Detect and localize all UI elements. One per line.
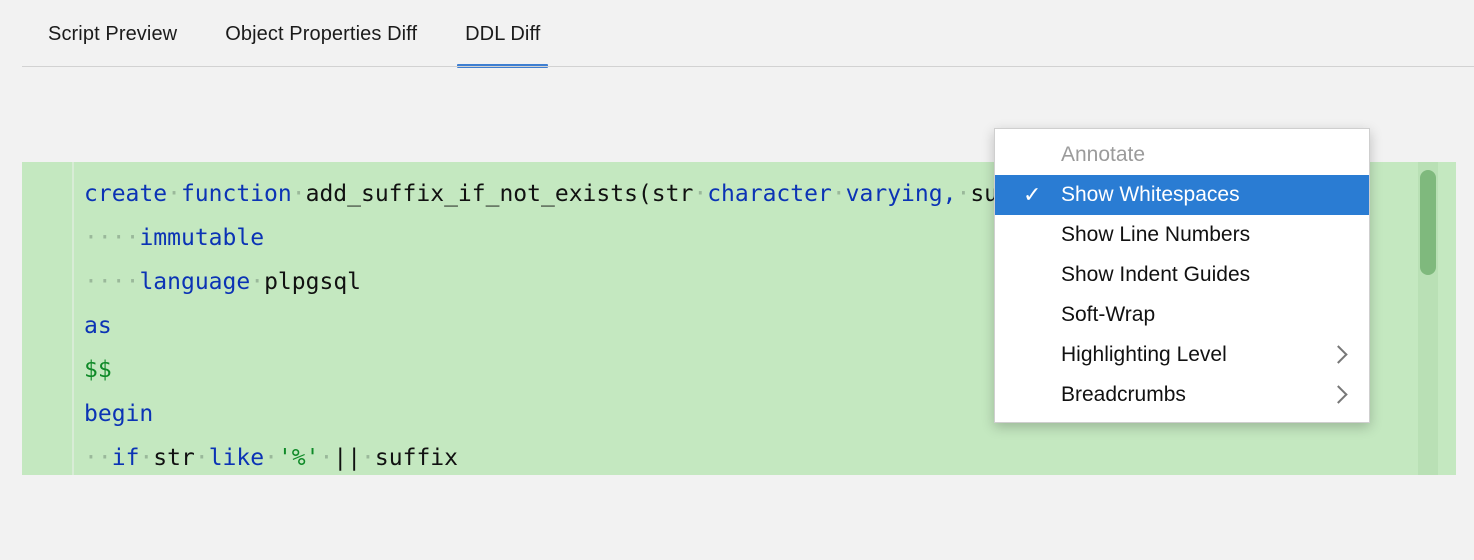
settings-popup-menu[interactable]: Annotate ✓ Show Whitespaces Show Line Numbe… xyxy=(994,128,1370,423)
whitespace-dot: · xyxy=(97,225,112,251)
tab-strip-divider xyxy=(22,66,1474,67)
whitespace-dot: · xyxy=(125,269,140,295)
editor-gutter xyxy=(22,162,74,475)
tab-label: Object Properties Diff xyxy=(225,22,418,45)
menu-item-highlighting-level[interactable]: Highlighting Level xyxy=(995,335,1369,375)
whitespace-dot: · xyxy=(250,269,265,295)
whitespace-dot: · xyxy=(97,269,112,295)
code-token: add_suffix_if_not_exists(str xyxy=(305,181,694,207)
code-token: varying, xyxy=(845,181,957,207)
menu-item-label: Show Indent Guides xyxy=(1061,263,1251,286)
code-token: '%' xyxy=(277,445,320,471)
editor-scrollbar-thumb[interactable] xyxy=(1420,170,1436,275)
whitespace-dot: · xyxy=(319,445,334,471)
menu-item-label: Breadcrumbs xyxy=(1061,383,1186,406)
code-token: immutable xyxy=(139,225,265,251)
whitespace-dot: · xyxy=(111,269,126,295)
menu-item-label: Show Whitespaces xyxy=(1061,183,1240,206)
whitespace-dot: · xyxy=(361,445,375,471)
tab-list: Script Preview Object Properties Diff DD… xyxy=(24,0,564,68)
code-token: create xyxy=(84,181,168,207)
tab-label: DDL Diff xyxy=(465,22,541,45)
whitespace-dot: · xyxy=(139,445,154,471)
diff-toolbar: Side-by-side viewer Do not ignore Highli… xyxy=(0,68,1474,189)
whitespace-dot: · xyxy=(291,181,306,207)
whitespace-dot: · xyxy=(693,181,708,207)
whitespace-dot: · xyxy=(125,225,140,251)
whitespace-dot: · xyxy=(194,445,209,471)
code-token: plpgsql xyxy=(264,269,362,295)
whitespace-dot: · xyxy=(97,445,112,471)
code-token: begin xyxy=(84,401,154,427)
code-token: language xyxy=(139,269,251,295)
menu-item-label: Show Line Numbers xyxy=(1061,223,1251,246)
whitespace-dot: · xyxy=(111,225,126,251)
code-token: suffix xyxy=(374,445,458,471)
ddl-diff-dialog: Script Preview Object Properties Diff DD… xyxy=(0,0,1474,560)
tab-ddl-diff[interactable]: DDL Diff xyxy=(441,0,564,68)
code-token: like xyxy=(208,445,265,471)
menu-item-soft-wrap[interactable]: Soft-Wrap xyxy=(995,295,1369,335)
tab-script-preview[interactable]: Script Preview xyxy=(24,0,201,68)
code-token: || xyxy=(333,445,362,471)
code-token: function xyxy=(180,181,292,207)
menu-item-show-indent-guides[interactable]: Show Indent Guides xyxy=(995,255,1369,295)
tab-object-properties-diff[interactable]: Object Properties Diff xyxy=(201,0,441,68)
tab-label: Script Preview xyxy=(48,22,178,45)
whitespace-dot: · xyxy=(167,181,181,207)
menu-item-show-whitespaces[interactable]: ✓ Show Whitespaces xyxy=(995,175,1369,215)
whitespace-dot: · xyxy=(956,181,971,207)
menu-item-label: Highlighting Level xyxy=(1061,343,1227,366)
menu-item-annotate: Annotate xyxy=(995,135,1369,175)
whitespace-dot: · xyxy=(84,269,98,295)
menu-item-breadcrumbs[interactable]: Breadcrumbs xyxy=(995,375,1369,415)
code-token: str xyxy=(153,445,195,471)
menu-item-show-line-numbers[interactable]: Show Line Numbers xyxy=(995,215,1369,255)
code-token: if xyxy=(111,445,140,471)
code-token: as xyxy=(84,313,112,339)
menu-item-label: Annotate xyxy=(1061,143,1146,166)
whitespace-dot: · xyxy=(264,445,278,471)
code-token: $$ xyxy=(84,357,112,383)
whitespace-dot: · xyxy=(84,225,98,251)
code-line: ··if·str·like·'%'·||·suffix xyxy=(84,436,1317,475)
menu-item-label: Soft-Wrap xyxy=(1061,303,1156,326)
checkmark-icon: ✓ xyxy=(1023,182,1042,207)
whitespace-dot: · xyxy=(84,445,98,471)
tab-strip: Script Preview Object Properties Diff DD… xyxy=(0,0,1474,68)
dialog-button-bar: Cancel Open Query in Console Execute xyxy=(0,475,1474,560)
whitespace-dot: · xyxy=(831,181,846,207)
code-token: character xyxy=(707,181,832,207)
